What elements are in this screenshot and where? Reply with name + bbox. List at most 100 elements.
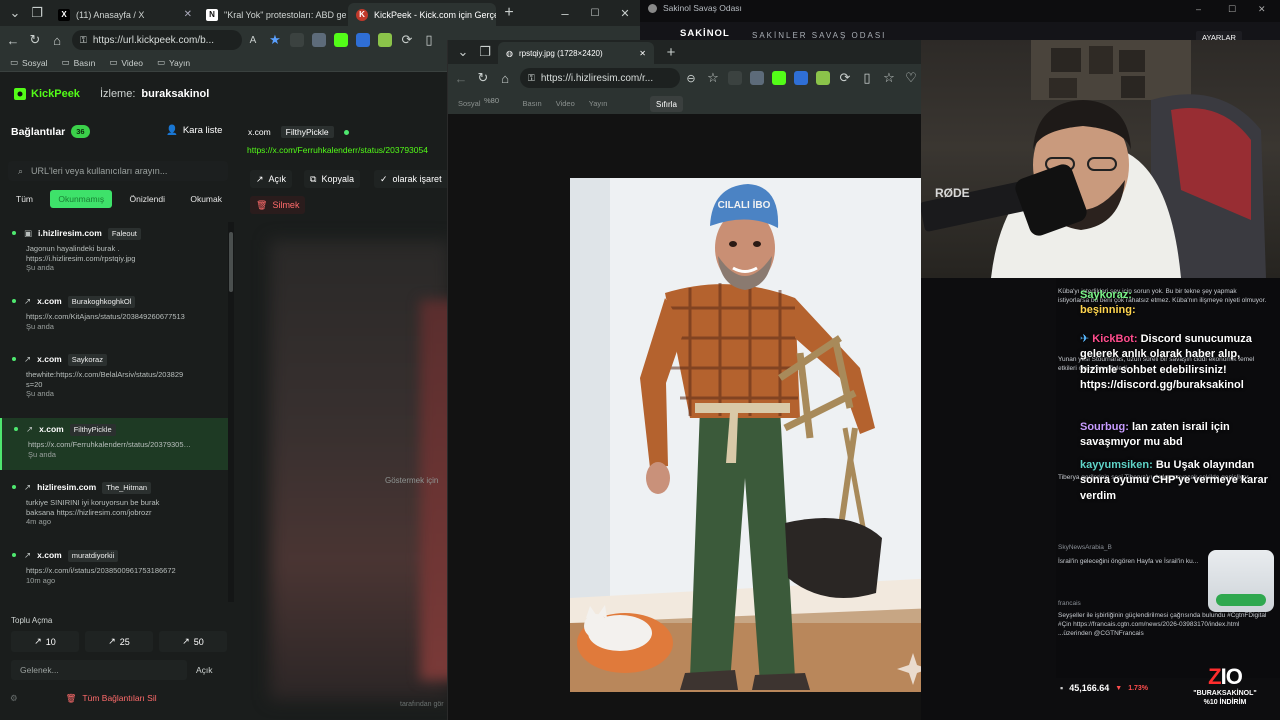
sticker-image	[1208, 550, 1274, 612]
stream-minimize-icon[interactable]: –	[1196, 4, 1201, 14]
reload-icon[interactable]: ↻	[472, 67, 494, 89]
kickpeek-logo[interactable]: KickPeek	[14, 88, 80, 100]
bulk-open-25-button[interactable]: ↗ 25	[85, 631, 153, 652]
bookmark-basin[interactable]: ▭ Basın	[62, 57, 96, 68]
workspaces-icon[interactable]: ❐	[474, 41, 496, 63]
address-bar[interactable]: ⚿ https://url.kickpeek.com/b...	[72, 30, 242, 50]
incoming-input[interactable]: Gelenek...	[11, 660, 187, 680]
favorites-icon[interactable]: ☆	[878, 67, 900, 89]
site-info-icon[interactable]: ⚿	[80, 35, 87, 46]
check-icon: ✓	[380, 173, 388, 184]
viewed-image[interactable]: CILALI İBO	[570, 178, 921, 692]
webcam-feed: RØDE	[921, 40, 1280, 278]
home-icon[interactable]: ⌂	[46, 29, 68, 51]
incoming-open-button[interactable]: Açık	[196, 660, 213, 680]
bookmark-basin[interactable]: Basın	[523, 99, 542, 108]
extension-blue-icon[interactable]	[790, 67, 812, 89]
delete-all-button[interactable]: ⚙ 🗑 Tüm Bağlantıları Sil	[10, 688, 228, 708]
unread-dot	[14, 427, 18, 431]
extension-grid-icon[interactable]	[286, 29, 308, 51]
site-info-icon[interactable]: ⚿	[528, 73, 535, 84]
tab-label: (11) Anasayfa / X	[76, 9, 145, 20]
chat-faint-bottom: Seyşeller ile işbirliğinin güçlendirilme…	[1058, 612, 1267, 637]
back-icon[interactable]: ←	[2, 29, 24, 51]
extension-sync-icon[interactable]: ⟳	[396, 29, 418, 51]
bookmark-sosyal[interactable]: Sosyal	[458, 99, 481, 108]
extension-cross-icon[interactable]	[812, 67, 834, 89]
translate-icon[interactable]: A	[242, 29, 264, 51]
blacklist-button[interactable]: 👤 Kara liste	[166, 125, 222, 136]
star-icon[interactable]: ★	[264, 29, 286, 51]
cap-text: CILALI İBO	[718, 198, 771, 211]
filter-read[interactable]: Okumak	[182, 190, 230, 208]
search-input[interactable]: ⌕ URL'leri veya kullanıcıları arayın...	[8, 161, 228, 181]
tab-news[interactable]: N "Kral Yok" protestoları: ABD ge ✕	[198, 3, 346, 26]
close-icon[interactable]: ✕	[184, 9, 192, 20]
bookmark-yayin[interactable]: Yayın	[589, 99, 608, 108]
star-icon[interactable]: ☆	[702, 67, 724, 89]
extension-kick-icon[interactable]	[330, 29, 352, 51]
split-view-icon[interactable]: ▯	[418, 29, 440, 51]
folder-icon: ▭	[61, 57, 70, 67]
external-link-icon: ↗	[182, 636, 190, 646]
stream-close-icon[interactable]: ✕	[1258, 4, 1266, 15]
stream-brand: SAKİNOL	[680, 28, 730, 39]
zoom-reset-button[interactable]: Sıfırla	[650, 96, 683, 112]
mic-brand-label: RØDE	[935, 186, 970, 200]
tab-x-home[interactable]: X (11) Anasayfa / X ✕	[50, 3, 200, 26]
open-button[interactable]: ↗ Açık	[250, 170, 293, 188]
reload-icon[interactable]: ↻	[24, 29, 46, 51]
minimize-icon[interactable]: –	[554, 2, 576, 24]
zoom-icon[interactable]: ⊖	[680, 67, 702, 89]
tab-kickpeek[interactable]: K KickPeek - Kick.com için Gerçe ✕	[348, 3, 496, 26]
home-icon[interactable]: ⌂	[494, 67, 516, 89]
extension-kick-icon[interactable]	[768, 67, 790, 89]
back-icon[interactable]: ←	[450, 67, 472, 89]
extension-blue-icon[interactable]	[352, 29, 374, 51]
filter-unread[interactable]: Okunmamış	[50, 190, 113, 208]
workspaces-icon[interactable]: ❐	[26, 2, 48, 24]
close-icon[interactable]: ✕	[639, 49, 646, 58]
list-scrollbar[interactable]	[228, 222, 234, 602]
list-item[interactable]: ↗ x.com muratdiyorkii https://x.com/i/stat…	[0, 544, 228, 600]
filter-all[interactable]: Tüm	[8, 190, 41, 208]
detail-url-link[interactable]: https://x.com/Ferruhkalenderr/status/203…	[247, 145, 428, 155]
webcam-scene: RØDE	[921, 40, 1266, 278]
close-window-icon[interactable]: ✕	[614, 2, 636, 24]
delete-button[interactable]: 🗑 Silmek	[250, 196, 306, 214]
copy-button[interactable]: ⧉ Kopyala	[304, 170, 360, 188]
tab-image[interactable]: ◍ rpstqiy.jpg (1728×2420) ✕	[498, 42, 654, 64]
scrollbar-thumb[interactable]	[229, 232, 233, 292]
list-item[interactable]: ↗ x.com Saykoraz thewhite:https://x.com/Be…	[0, 348, 228, 418]
split-view-icon[interactable]: ▯	[856, 67, 878, 89]
new-tab-icon[interactable]: +	[660, 41, 682, 63]
bulk-open-10-button[interactable]: ↗ 10	[11, 631, 79, 652]
list-item[interactable]: ▣ i.hizliresim.com Faleout Jagonun hayalin…	[0, 222, 228, 286]
extension-picture-icon[interactable]	[308, 29, 330, 51]
stream-maximize-icon[interactable]: ☐	[1228, 4, 1236, 15]
bookmark-video[interactable]: ▭ Video	[109, 57, 143, 68]
maximize-icon[interactable]: ☐	[584, 2, 606, 24]
copilot-icon[interactable]: ♡	[900, 67, 921, 89]
list-item-selected[interactable]: ↗ x.com FilthyPickle https://x.com/Ferruhk…	[0, 418, 228, 470]
extension-picture-icon[interactable]	[746, 67, 768, 89]
tab-list-icon[interactable]: ⌄	[4, 2, 26, 24]
extension-cross-icon[interactable]	[374, 29, 396, 51]
filter-previewed[interactable]: Önizlendi	[122, 190, 173, 208]
list-item[interactable]: ↗ hizliresim.com The_Hitman turkiye SINIRI…	[0, 476, 228, 538]
bulk-open-50-button[interactable]: ↗ 50	[159, 631, 227, 652]
sponsor-logo: ZIO	[1208, 664, 1243, 689]
mark-as-button[interactable]: ✓ olarak işaret	[374, 170, 450, 188]
bookmark-yayin[interactable]: ▭ Yayın	[157, 57, 190, 68]
preview-footer: tarafından gör	[400, 701, 444, 708]
bookmark-video[interactable]: Video	[556, 99, 575, 108]
gear-icon[interactable]: ⚙	[10, 693, 18, 704]
bookmark-sosyal[interactable]: ▭ Sosyal	[10, 57, 48, 68]
list-item[interactable]: ↗ x.com BurakoghkoghkOl https://x.com/KitA…	[0, 290, 228, 354]
extension-sync-icon[interactable]: ⟳	[834, 67, 856, 89]
extension-grid-icon[interactable]	[724, 67, 746, 89]
image-address-bar[interactable]: ⚿ https://i.hizliresim.com/r...	[520, 68, 680, 88]
tab-list-icon[interactable]: ⌄	[452, 41, 474, 63]
new-tab-icon[interactable]: +	[498, 2, 520, 24]
unread-dot	[12, 485, 16, 489]
